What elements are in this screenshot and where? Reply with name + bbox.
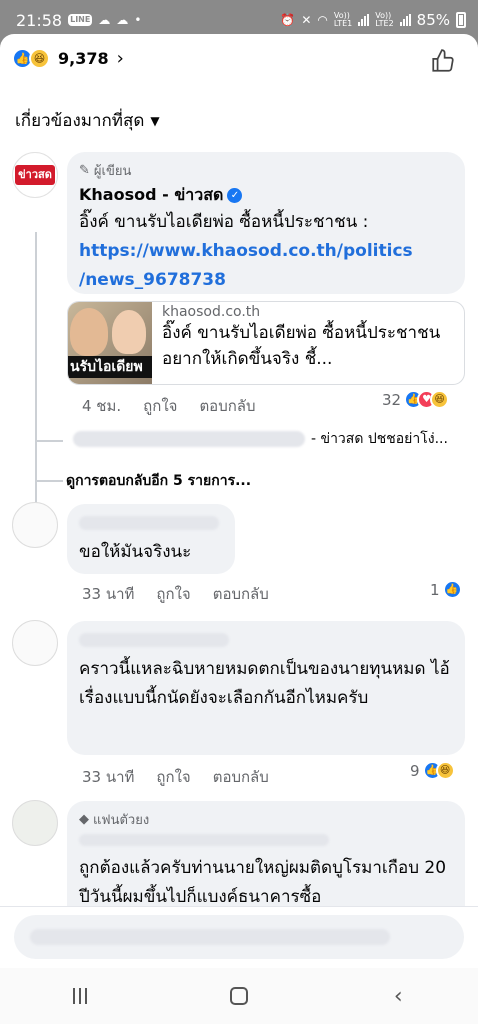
comment-text: ขอให้มันจริงนะ bbox=[79, 542, 192, 562]
avatar-khaosod[interactable]: ข่าวสด bbox=[12, 152, 58, 198]
thread-line bbox=[35, 232, 37, 514]
comment-reactions[interactable]: 9 👍 😆 bbox=[410, 761, 455, 780]
volte1-indicator: Vo)) LTE1 bbox=[333, 11, 353, 28]
battery-icon bbox=[456, 12, 466, 28]
comment-text: คราวนี้แหละฉิบหายหมดตกเป็นของนายทุนหมด ไ… bbox=[79, 659, 450, 708]
reply-action[interactable]: ตอบกลับ bbox=[213, 765, 269, 789]
blurred-name bbox=[79, 633, 229, 647]
avatar[interactable] bbox=[12, 502, 58, 548]
home-icon bbox=[229, 987, 248, 1005]
comment-text: ถูกต้องแล้วครับท่านนายใหญ่ผมติดบูโรมาเกื… bbox=[79, 858, 447, 907]
diamond-icon: ◆ bbox=[79, 812, 89, 827]
avatar[interactable] bbox=[12, 800, 58, 846]
reply-preview[interactable]: - ข่าวสด ปชชอย่าโง่... bbox=[73, 428, 448, 450]
link-preview-thumbnail: นรับไอเดียพ bbox=[68, 302, 152, 384]
khaosod-logo: ข่าวสด bbox=[15, 165, 55, 185]
haha-reaction-icon: 😆 bbox=[29, 48, 50, 69]
signal2-icon bbox=[399, 14, 411, 26]
comment-composer bbox=[0, 906, 478, 968]
comment-actions: 4 ชม. ถูกใจ ตอบกลับ bbox=[82, 394, 256, 418]
comment-author[interactable]: Khaosod - ข่าวสด ✓ bbox=[79, 183, 453, 208]
sort-dropdown[interactable]: เกี่ยวข้องมากที่สุด ▼ bbox=[15, 107, 160, 134]
thumbnail-caption: นรับไอเดียพ bbox=[68, 356, 152, 378]
chevron-down-icon: ▼ bbox=[150, 113, 160, 128]
link-preview-card[interactable]: นรับไอเดียพ khaosod.co.th อิ๊งค์ ขานรับไ… bbox=[67, 301, 465, 385]
wifi-icon: ◠ bbox=[317, 13, 328, 27]
thread-branch bbox=[35, 480, 63, 482]
blurred-name bbox=[79, 834, 329, 846]
comment-reactions[interactable]: 32 👍 ♥ 😆 bbox=[382, 390, 450, 409]
comment-link[interactable]: https://www.khaosod.co.th/politics/news_… bbox=[79, 237, 453, 295]
comments-sheet: 👍 😆 9,378 › เกี่ยวข้องมากที่สุด ▼ ข่าวสด… bbox=[0, 34, 478, 968]
pencil-icon: ✎ bbox=[79, 163, 90, 178]
like-action[interactable]: ถูกใจ bbox=[156, 765, 190, 789]
battery-percent: 85% bbox=[416, 11, 450, 29]
link-domain: khaosod.co.th bbox=[162, 304, 261, 320]
recents-button[interactable] bbox=[50, 976, 110, 1016]
clock: 21:58 bbox=[16, 10, 63, 30]
like-action[interactable]: ถูกใจ bbox=[143, 394, 177, 418]
cloud-icon: ☁ bbox=[116, 13, 129, 27]
thumbs-up-icon bbox=[432, 49, 454, 72]
comment-time: 4 ชม. bbox=[82, 397, 122, 415]
reply-preview-text: - ข่าวสด ปชชอย่าโง่... bbox=[311, 431, 448, 447]
avatar[interactable] bbox=[12, 620, 58, 666]
blurred-placeholder bbox=[30, 929, 390, 945]
verified-badge-icon: ✓ bbox=[227, 188, 243, 203]
blurred-name bbox=[73, 431, 305, 447]
reply-action[interactable]: ตอบกลับ bbox=[213, 582, 269, 606]
system-nav-bar: ‹ bbox=[0, 968, 478, 1024]
chevron-right-icon: › bbox=[116, 48, 124, 69]
comment-text: อิ๊งค์ ขานรับไอเดียพ่อ ซื้อหนี้ประชาชน : bbox=[79, 212, 369, 232]
comment-bubble: คราวนี้แหละฉิบหายหมดตกเป็นของนายทุนหมด ไ… bbox=[67, 621, 465, 755]
dot-icon: • bbox=[134, 13, 142, 27]
line-app-icon: LINE bbox=[68, 14, 93, 26]
sort-label: เกี่ยวข้องมากที่สุด bbox=[15, 111, 145, 131]
reaction-count: 9,378 bbox=[58, 49, 109, 68]
comment-reactions[interactable]: 1 👍 bbox=[430, 580, 462, 599]
volte2-indicator: Vo)) LTE2 bbox=[375, 11, 394, 28]
like-reaction-icon: 👍 bbox=[442, 580, 462, 599]
recents-icon bbox=[72, 988, 87, 1004]
comment-bubble: ขอให้มันจริงนะ bbox=[67, 504, 235, 574]
alarm-icon: ⏰ bbox=[280, 13, 296, 27]
back-button[interactable]: ‹ bbox=[368, 976, 428, 1016]
home-button[interactable] bbox=[209, 976, 269, 1016]
signal1-icon bbox=[358, 14, 370, 26]
comment-actions: 33 นาที ถูกใจ ตอบกลับ bbox=[82, 582, 269, 606]
comment-time: 33 นาที bbox=[82, 585, 135, 603]
view-more-replies[interactable]: ดูการตอบกลับอีก 5 รายการ... bbox=[66, 470, 251, 492]
comment-time: 33 นาที bbox=[82, 768, 135, 786]
silent-icon: ✕ bbox=[301, 13, 312, 27]
comment-input[interactable] bbox=[14, 915, 464, 959]
thread-branch bbox=[35, 440, 63, 442]
comment-actions: 33 นาที ถูกใจ ตอบกลับ bbox=[82, 765, 269, 789]
link-title: อิ๊งค์ ขานรับไอเดียพ่อ ซื้อหนี้ประชาชน อ… bbox=[162, 323, 441, 369]
like-action[interactable]: ถูกใจ bbox=[156, 582, 190, 606]
cloud-icon: ☁ bbox=[98, 13, 111, 27]
reply-action[interactable]: ตอบกลับ bbox=[199, 394, 255, 418]
haha-reaction-icon: 😆 bbox=[430, 390, 450, 409]
blurred-name bbox=[79, 516, 219, 530]
like-button[interactable] bbox=[430, 48, 456, 78]
back-icon: ‹ bbox=[393, 983, 403, 1009]
haha-reaction-icon: 😆 bbox=[435, 761, 455, 780]
fan-badge: ◆ แฟนตัวยง bbox=[79, 812, 150, 828]
comment-bubble: ✎ ผู้เขียน Khaosod - ข่าวสด ✓ อิ๊งค์ ขาน… bbox=[67, 152, 465, 294]
reaction-summary[interactable]: 👍 😆 9,378 › bbox=[12, 48, 124, 69]
author-badge: ✎ ผู้เขียน bbox=[79, 163, 132, 179]
